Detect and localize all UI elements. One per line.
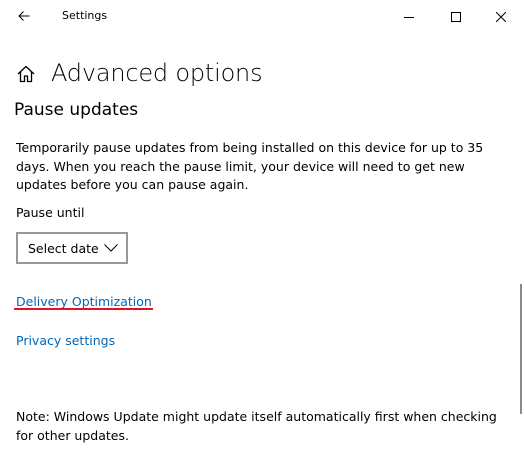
title-bar: Settings [0,0,525,32]
pause-until-select[interactable]: Select date [16,232,128,264]
chevron-down-icon [104,242,118,254]
update-note: Note: Windows Update might update itself… [16,409,497,443]
back-arrow-icon [18,7,30,26]
highlight-underline [14,308,153,310]
page-title: Advanced options [51,59,263,87]
home-icon[interactable] [14,62,38,86]
close-icon [495,7,507,26]
maximize-icon [451,7,461,26]
pause-description: Temporarily pause updates from being ins… [16,140,484,192]
back-button[interactable] [8,0,40,32]
pause-until-label: Pause until [16,205,85,220]
privacy-settings-link[interactable]: Privacy settings [16,333,115,348]
page-header: Advanced options [14,56,263,90]
minimize-button[interactable] [386,0,432,32]
close-button[interactable] [478,0,524,32]
window-title: Settings [62,9,108,22]
scrollbar[interactable] [520,284,522,414]
section-title-pause-updates: Pause updates [14,100,139,120]
minimize-icon [404,7,414,26]
delivery-optimization-link[interactable]: Delivery Optimization [16,294,152,309]
maximize-button[interactable] [433,0,479,32]
select-value: Select date [28,240,99,256]
